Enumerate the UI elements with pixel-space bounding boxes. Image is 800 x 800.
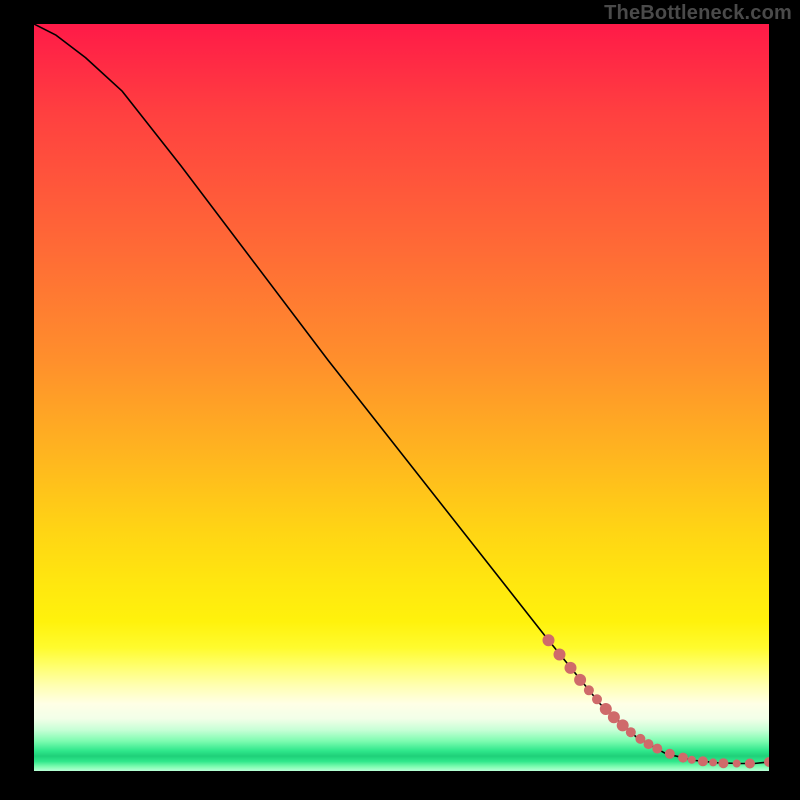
marker-dot xyxy=(554,649,566,661)
marker-dot xyxy=(688,756,696,764)
marker-dot xyxy=(733,760,741,768)
marker-dot xyxy=(764,757,769,767)
marker-dot xyxy=(584,685,594,695)
marker-dot xyxy=(652,744,662,754)
chart-svg xyxy=(34,24,769,771)
chart-stage: TheBottleneck.com xyxy=(0,0,800,800)
marker-dot xyxy=(543,634,555,646)
marker-dot xyxy=(698,756,708,766)
marker-dot xyxy=(608,711,620,723)
marker-dot xyxy=(678,753,688,763)
marker-dot xyxy=(574,674,586,686)
marker-dot xyxy=(592,694,602,704)
marker-dot xyxy=(709,758,717,766)
plot-area xyxy=(34,24,769,771)
bottleneck-curve xyxy=(34,24,769,764)
marker-dot xyxy=(718,758,728,768)
marker-group xyxy=(543,634,770,768)
marker-dot xyxy=(644,739,654,749)
marker-dot xyxy=(665,749,675,759)
marker-dot xyxy=(626,727,636,737)
watermark-text: TheBottleneck.com xyxy=(604,2,792,25)
marker-dot xyxy=(745,759,755,769)
marker-dot xyxy=(565,662,577,674)
